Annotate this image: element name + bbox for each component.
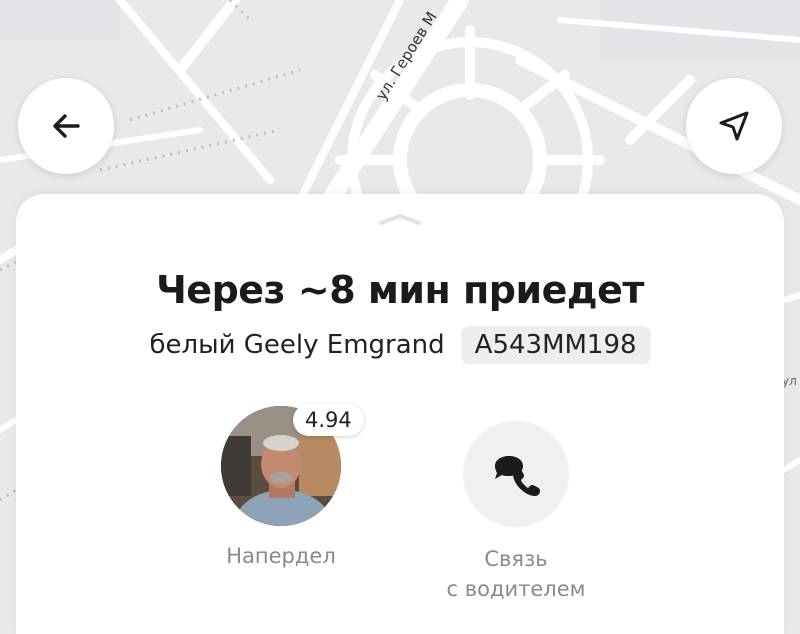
locate-me-button[interactable] bbox=[686, 78, 782, 174]
navigation-arrow-icon bbox=[719, 111, 749, 141]
sheet-grabber-icon[interactable] bbox=[377, 212, 423, 226]
contact-driver-button[interactable] bbox=[463, 421, 569, 527]
driver-rating-badge: 4.94 bbox=[293, 404, 364, 436]
street-edge-label: ул bbox=[782, 374, 797, 388]
contact-driver-label: Связь с водителем bbox=[421, 544, 611, 604]
arrival-title: Через ~8 мин приедет bbox=[156, 268, 644, 312]
contact-label-line1: Связь bbox=[484, 547, 548, 571]
ride-info-sheet: Через ~8 мин приедет белый Geely Emgrand… bbox=[16, 194, 784, 634]
phone-chat-icon bbox=[495, 456, 540, 496]
car-description: белый Geely Emgrand bbox=[149, 330, 445, 360]
license-plate: А543ММ198 bbox=[460, 326, 651, 364]
contact-label-line2: с водителем bbox=[446, 577, 586, 601]
driver-avatar-button[interactable]: 4.94 bbox=[221, 404, 364, 526]
back-button[interactable] bbox=[18, 78, 114, 174]
driver-name: Напердел bbox=[226, 544, 336, 568]
car-info: белый Geely Emgrand А543ММ198 bbox=[16, 326, 784, 364]
arrow-left-icon bbox=[53, 114, 80, 138]
